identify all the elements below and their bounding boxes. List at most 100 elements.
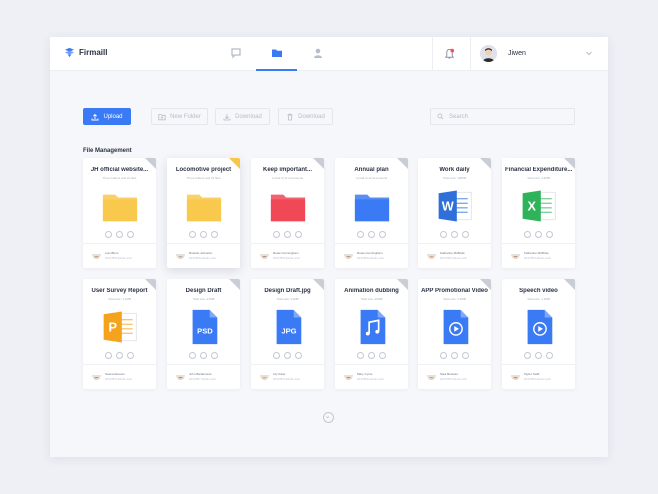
more-icon[interactable] xyxy=(211,352,218,359)
more-icon[interactable] xyxy=(295,231,302,238)
file-card[interactable]: Keep important... A total of 11 documents… xyxy=(251,158,324,268)
more-icon[interactable] xyxy=(127,352,134,359)
card-divider xyxy=(502,243,575,244)
download-icon[interactable] xyxy=(368,231,375,238)
svg-text:PSD: PSD xyxy=(197,327,213,336)
share-icon[interactable] xyxy=(273,231,280,238)
music-icon xyxy=(335,307,408,347)
share-icon[interactable] xyxy=(189,352,196,359)
app-window: Firmaill Jiwen Upload New Folder Downloa… xyxy=(50,37,608,457)
download-icon[interactable] xyxy=(116,352,123,359)
file-card[interactable]: Design Draft Total size: 21MB PSD John Bart… xyxy=(167,279,240,389)
section-title: File Management xyxy=(83,148,132,154)
share-icon[interactable] xyxy=(524,231,531,238)
upload-button[interactable]: Upload xyxy=(83,108,131,125)
app-name: Firmaill xyxy=(79,48,108,57)
share-icon[interactable] xyxy=(189,231,196,238)
share-icon[interactable] xyxy=(105,231,112,238)
more-icon[interactable] xyxy=(462,352,469,359)
file-size: A total of 11 documents xyxy=(271,176,304,180)
file-title: Annual plan xyxy=(354,167,389,173)
card-actions xyxy=(251,231,324,238)
download-icon[interactable] xyxy=(116,231,123,238)
share-icon[interactable] xyxy=(357,231,364,238)
file-size: Total size: 21MB xyxy=(192,297,215,301)
file-title: Work daily xyxy=(439,167,470,173)
top-bar: Firmaill Jiwen xyxy=(50,37,608,71)
file-card[interactable]: APP Promotional Video Total size: 3.4MB Sa… xyxy=(418,279,491,389)
svg-text:JPG: JPG xyxy=(281,327,296,336)
download-icon[interactable] xyxy=(200,231,207,238)
share-icon[interactable] xyxy=(524,352,531,359)
card-actions xyxy=(83,352,156,359)
file-card[interactable]: Financial Expenditure... Total size: 3.4M… xyxy=(502,158,575,268)
file-date: 2017/8/9 Admin sub xyxy=(440,377,467,381)
file-card[interactable]: Locomotive project Three folders and 31 f… xyxy=(167,158,240,268)
folder-blue xyxy=(335,186,408,226)
download-icon[interactable] xyxy=(200,352,207,359)
file-title: Design Draft.jpg xyxy=(264,288,311,294)
file-card[interactable]: JH official website... Three folders and … xyxy=(83,158,156,268)
new-folder-label: New Folder xyxy=(170,113,201,120)
file-title: Design Draft xyxy=(185,288,222,294)
user-name: Jiwen xyxy=(508,50,526,57)
search-placeholder: Search xyxy=(449,113,469,120)
folder-yellow xyxy=(83,186,156,226)
ppt-icon: P xyxy=(83,307,156,347)
card-divider xyxy=(251,243,324,244)
download-icon xyxy=(223,113,231,120)
file-card[interactable]: Annual plan A total of 12 documents Rosie … xyxy=(335,158,408,268)
file-card[interactable]: Design Draft.jpg Total size: 21MB JPG Lily … xyxy=(251,279,324,389)
download-icon[interactable] xyxy=(368,352,375,359)
share-icon[interactable] xyxy=(440,352,447,359)
user-avatar[interactable] xyxy=(480,45,497,62)
more-icon[interactable] xyxy=(546,352,553,359)
owner-name: Rosie Cunningham xyxy=(357,251,383,255)
download-icon[interactable] xyxy=(284,231,291,238)
owner-avatar xyxy=(427,250,436,259)
download-icon[interactable] xyxy=(284,352,291,359)
more-icon[interactable] xyxy=(211,231,218,238)
owner-name: Seana Reeves xyxy=(105,372,125,376)
more-icon[interactable] xyxy=(379,231,386,238)
more-icon[interactable] xyxy=(379,352,386,359)
more-icon[interactable] xyxy=(462,231,469,238)
more-icon[interactable] xyxy=(295,352,302,359)
more-icon[interactable] xyxy=(127,231,134,238)
owner-name: John Bartlemean xyxy=(189,372,212,376)
share-icon[interactable] xyxy=(357,352,364,359)
search-input[interactable]: Search xyxy=(430,108,575,125)
file-card[interactable]: Animation dubbing Total size: 20MB Mary Cy… xyxy=(335,279,408,389)
file-date: 2017/8/9 Admin sub xyxy=(524,377,551,381)
card-divider xyxy=(335,364,408,365)
download-button[interactable]: Download xyxy=(215,108,270,125)
file-card[interactable]: Speech video Total size: 1.4MB Taylor Swif… xyxy=(502,279,575,389)
download-icon[interactable] xyxy=(451,352,458,359)
files-icon[interactable] xyxy=(271,47,283,59)
more-icon[interactable] xyxy=(546,231,553,238)
brand[interactable]: Firmaill xyxy=(64,47,107,58)
file-size: Three folders and 31 files xyxy=(102,176,137,180)
notification-bell-icon[interactable] xyxy=(444,48,455,60)
share-icon[interactable] xyxy=(440,231,447,238)
load-more-button[interactable] xyxy=(323,412,334,423)
download-icon[interactable] xyxy=(535,231,542,238)
share-icon[interactable] xyxy=(105,352,112,359)
file-date: 2017/8/9 Admin sub xyxy=(357,377,384,381)
owner-name: Katharine McBride xyxy=(440,251,465,255)
chevron-down-icon[interactable] xyxy=(585,49,593,57)
file-card[interactable]: User Survey Report Total size: 3.1MB P Sean… xyxy=(83,279,156,389)
new-folder-button[interactable]: New Folder xyxy=(151,108,208,125)
user-icon[interactable] xyxy=(312,47,324,59)
share-icon[interactable] xyxy=(273,352,280,359)
download-icon[interactable] xyxy=(535,352,542,359)
download-icon[interactable] xyxy=(451,231,458,238)
messages-icon[interactable] xyxy=(230,47,242,59)
owner-name: Ricardo Johnston xyxy=(189,251,213,255)
owner-name: Lily Pater xyxy=(273,372,286,376)
delete-button[interactable]: Download xyxy=(278,108,333,125)
file-card[interactable]: Work daily Total size: 128KB W Katharine Mc… xyxy=(418,158,491,268)
card-divider xyxy=(83,243,156,244)
owner-avatar xyxy=(92,250,101,259)
card-actions xyxy=(167,231,240,238)
